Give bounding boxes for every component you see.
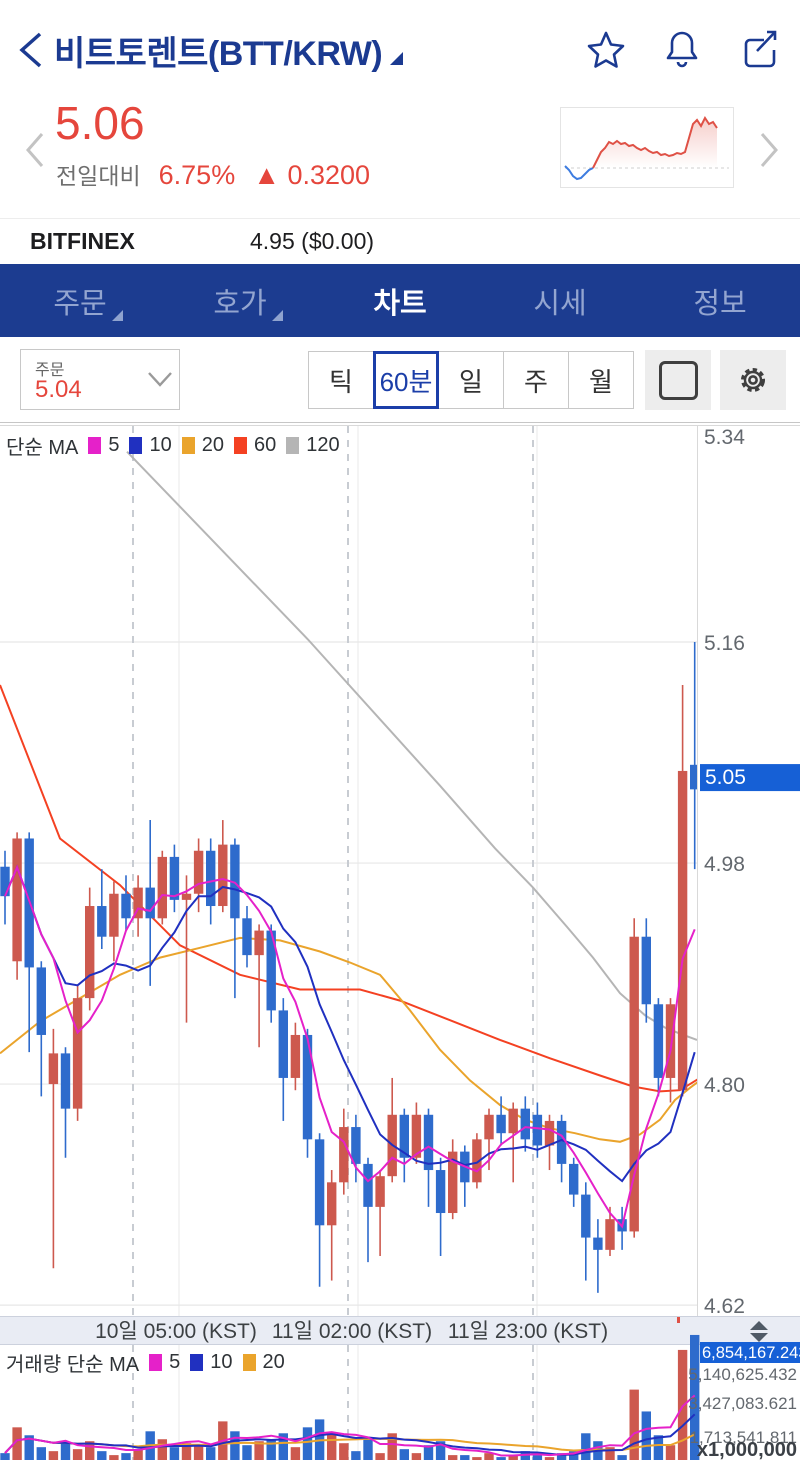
chart-style-button[interactable] — [645, 350, 711, 410]
favorite-star-icon[interactable] — [586, 30, 626, 70]
up-arrow-icon: ▲ — [253, 160, 280, 190]
interval-month-button[interactable]: 월 — [568, 351, 634, 409]
change-label: 전일대비 — [56, 163, 141, 189]
main-tab-bar: 주문 호가 차트 시세 정보 — [0, 264, 800, 337]
change-row: 전일대비 6.75% ▲ 0.3200 — [56, 157, 370, 191]
gear-icon — [741, 368, 765, 392]
reference-exchange-bar: BITFINEX 4.95 ($0.00) — [0, 218, 800, 265]
legend-period: 120 — [306, 434, 340, 456]
interval-tick-button[interactable]: 틱 — [308, 351, 374, 409]
svg-text:10일 05:00 (KST): 10일 05:00 (KST) — [95, 1320, 257, 1343]
alarm-bell-icon[interactable] — [662, 28, 702, 72]
legend-period: 10 — [149, 434, 172, 456]
tab-dropdown-icon — [271, 310, 283, 321]
prev-symbol-icon[interactable] — [22, 128, 48, 172]
volume-ma-legend: 거래량 단순 MA 5 10 20 — [6, 1348, 285, 1377]
exchange-name: BITFINEX — [30, 228, 135, 254]
settings-button[interactable] — [720, 350, 786, 410]
legend-color-chip — [88, 437, 102, 454]
current-price: 5.06 — [55, 97, 145, 149]
share-icon[interactable] — [740, 28, 782, 72]
tab-order[interactable]: 주문 — [0, 264, 160, 337]
tab-dropdown-icon — [111, 310, 123, 321]
sparkline — [564, 116, 729, 181]
change-percent: 6.75% — [158, 160, 236, 190]
svg-text:4.62: 4.62 — [704, 1295, 745, 1318]
svg-text:6,854,167.243: 6,854,167.243 — [702, 1344, 800, 1362]
legend-color-chip — [286, 437, 300, 454]
rectangle-icon — [658, 360, 698, 400]
legend-period: 20 — [201, 434, 224, 456]
exchange-price: 4.95 ($0.00) — [250, 228, 375, 254]
tab-info[interactable]: 정보 — [640, 264, 800, 337]
title-dropdown-icon — [390, 52, 404, 65]
legend-period: 5 — [169, 1351, 181, 1373]
mini-sparkline-chart[interactable] — [560, 107, 734, 188]
trading-app: 비트토렌트(BTT/KRW) 5.06 전일대비 6.75% ▲ 0.3200 … — [0, 0, 800, 1460]
back-icon[interactable] — [16, 30, 46, 70]
legend-color-chip — [181, 437, 195, 454]
svg-text:11일 23:00 (KST): 11일 23:00 (KST) — [448, 1320, 608, 1343]
legend-color-chip — [149, 1354, 163, 1371]
legend-color-chip — [129, 437, 143, 454]
tab-chart[interactable]: 차트 — [320, 264, 480, 337]
svg-text:5.34: 5.34 — [704, 426, 745, 449]
legend-label: 거래량 단순 MA — [6, 1354, 140, 1376]
legend-color-chip — [233, 437, 247, 454]
candlestick-chart[interactable]: 5.34 5.16 4.98 4.80 4.62 10일 05:00 (KST) 11일 0… — [0, 425, 800, 1460]
svg-text:5.16: 5.16 — [704, 632, 745, 655]
svg-text:4.80: 4.80 — [704, 1074, 745, 1097]
dropdown-value: 5.04 — [35, 376, 82, 403]
page-title[interactable]: 비트토렌트(BTT/KRW) — [54, 26, 404, 75]
tab-orderbook[interactable]: 호가 — [160, 264, 320, 337]
svg-text:11일 02:00 (KST): 11일 02:00 (KST) — [272, 1320, 432, 1343]
interval-week-button[interactable]: 주 — [503, 351, 569, 409]
legend-label: 단순 MA — [6, 437, 79, 459]
legend-period: 5 — [108, 434, 120, 456]
legend-period: 20 — [262, 1351, 285, 1373]
legend-period: 10 — [210, 1351, 233, 1373]
next-symbol-icon[interactable] — [756, 128, 782, 172]
change-amount: ▲ 0.3200 — [253, 160, 371, 190]
legend-period: 60 — [253, 434, 277, 456]
svg-text:5,140,625.432: 5,140,625.432 — [688, 1365, 797, 1384]
svg-text:4.98: 4.98 — [704, 853, 745, 876]
order-price-dropdown[interactable]: 주문 5.04 — [20, 349, 180, 410]
svg-text:5.05: 5.05 — [705, 766, 746, 789]
legend-color-chip — [190, 1354, 204, 1371]
legend-color-chip — [242, 1354, 256, 1371]
ma-legend: 단순 MA 5 10 20 60 120 — [6, 431, 340, 460]
symbol-title-text: 비트토렌트(BTT/KRW) — [54, 35, 383, 73]
chevron-down-icon — [148, 372, 172, 387]
tab-quotes[interactable]: 시세 — [480, 264, 640, 337]
svg-text:3,427,083.621: 3,427,083.621 — [688, 1394, 797, 1413]
interval-60min-button[interactable]: 60분 — [373, 351, 439, 409]
interval-day-button[interactable]: 일 — [438, 351, 504, 409]
svg-text:x1,000,000: x1,000,000 — [697, 1439, 797, 1460]
